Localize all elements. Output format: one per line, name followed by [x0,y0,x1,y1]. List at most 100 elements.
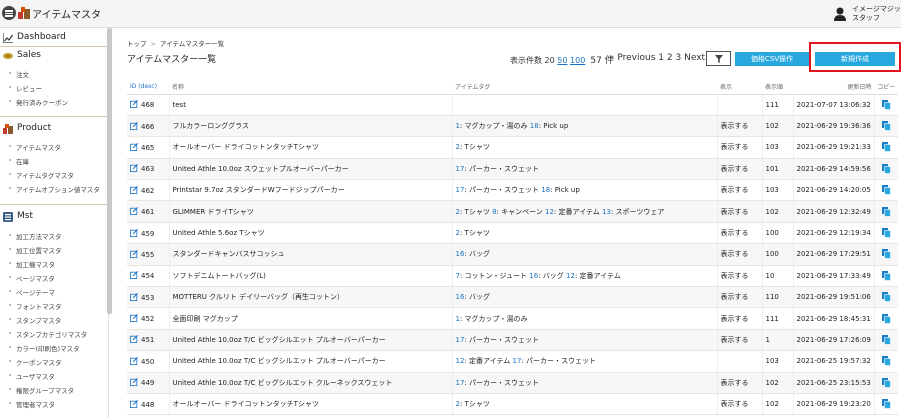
row-id-cell[interactable]: 459 [127,222,170,245]
col-order[interactable]: 表示順 [762,80,793,95]
row-id-cell[interactable]: 452 [127,307,170,330]
copy-icon[interactable] [882,185,891,196]
row-copy[interactable] [874,329,899,352]
sidebar-item-item-option-master[interactable]: アイテムオプション値マスタ [9,184,100,194]
edit-icon[interactable] [130,207,138,216]
row-copy[interactable] [874,200,899,223]
menu-icon[interactable] [2,6,16,20]
user-avatar-icon[interactable] [834,7,846,21]
edit-icon[interactable] [130,292,138,301]
sidebar-item-stamp-master[interactable]: スタンプマスタ [8,315,61,325]
col-tags[interactable]: アイテムタグ [452,80,717,95]
edit-icon[interactable] [130,100,138,109]
page-link-2[interactable]: 2 [667,53,673,63]
row-copy[interactable] [874,286,899,309]
sidebar-item-coupon-master[interactable]: クーポンマスタ [9,357,62,367]
copy-icon[interactable] [882,142,891,153]
copy-icon[interactable] [882,121,891,131]
copy-icon[interactable] [882,163,891,174]
edit-icon[interactable] [130,356,138,365]
row-id-cell[interactable]: 449 [127,372,170,394]
sidebar-item-process-position[interactable]: 加工位置マスタ [9,245,62,255]
row-id-cell[interactable]: 463 [127,158,170,181]
col-updated[interactable]: 更新日時 [793,80,875,95]
price-csv-button[interactable]: 価格CSV操作 [735,52,809,66]
page-link-1[interactable]: 1 [658,53,664,63]
sidebar-item-reviews[interactable]: レビュー [9,83,42,93]
copy-icon[interactable] [882,228,891,238]
page-size-20[interactable]: 20 [545,56,555,65]
sidebar-section-mst[interactable]: Mst [0,210,107,224]
breadcrumb-top[interactable]: トップ [127,40,147,48]
copy-icon[interactable] [882,313,891,324]
row-id-cell[interactable]: 453 [127,286,170,309]
sidebar-item-item-tag-master[interactable]: アイテムタグマスタ [9,170,74,180]
col-name[interactable]: 名称 [169,80,452,95]
sidebar-item-color-master[interactable]: カラー(印刷色)マスタ [9,343,80,353]
row-copy[interactable] [874,307,899,330]
page-size-100[interactable]: 100 [570,56,585,65]
sidebar-item-orders[interactable]: 注文 [9,69,29,79]
page-link-3[interactable]: 3 [676,53,682,63]
edit-icon[interactable] [130,143,138,151]
row-copy[interactable] [874,243,899,266]
prev-page-link[interactable]: « Previous [609,53,655,63]
page-size-50[interactable]: 50 [557,56,567,65]
edit-icon[interactable] [130,399,138,408]
row-copy[interactable] [874,115,899,138]
row-id-cell[interactable]: 466 [127,115,170,138]
copy-icon[interactable] [882,334,891,345]
row-copy[interactable] [874,158,899,181]
edit-icon[interactable] [130,378,138,387]
row-id-cell[interactable]: 451 [127,329,170,352]
copy-icon[interactable] [882,292,891,303]
copy-icon[interactable] [882,249,891,260]
row-copy[interactable] [874,372,899,394]
sidebar-section-dashboard[interactable]: Dashboard [0,31,107,45]
edit-icon[interactable] [130,314,138,323]
sidebar-item-process-method[interactable]: 加工方法マスタ [9,231,62,241]
sidebar-item-process-machine[interactable]: 加工機マスタ [9,259,55,269]
sidebar-item-page-master[interactable]: ページマスタ [9,273,55,283]
row-copy[interactable] [874,94,899,116]
edit-icon[interactable] [130,335,138,344]
user-name[interactable]: イメージマジック スタッフ [852,5,901,23]
sidebar-item-stock[interactable]: 在庫 [9,156,29,166]
row-copy[interactable] [874,393,899,416]
row-copy[interactable] [874,222,899,245]
create-new-button[interactable]: 新規作成 [815,52,895,66]
sidebar-item-font-master[interactable]: フォントマスタ [9,301,62,311]
sidebar-item-page-theme[interactable]: ページテーマ [9,287,55,297]
filter-button[interactable] [706,51,731,66]
sidebar-item-permission-group[interactable]: 権限グループマスタ [8,385,74,395]
copy-icon[interactable] [882,99,891,110]
sidebar-item-user-master[interactable]: ユーザマスタ [9,371,55,381]
edit-icon[interactable] [130,164,138,173]
sidebar-section-product[interactable]: Product [0,122,107,136]
sidebar-item-stamp-category[interactable]: スタンプカテゴリマスタ [8,329,87,339]
row-id-cell[interactable]: 448 [127,393,170,416]
row-id-cell[interactable]: 468 [127,94,170,116]
edit-icon[interactable] [130,185,138,194]
sidebar-item-issued-coupons[interactable]: 発行済みクーポン [9,97,68,107]
sidebar-section-sales[interactable]: Sales [0,49,107,63]
edit-icon[interactable] [130,249,138,258]
copy-icon[interactable] [882,270,891,281]
sidebar-scrollbar[interactable] [107,28,112,314]
row-copy[interactable] [874,265,899,288]
row-copy[interactable] [874,350,899,373]
row-copy[interactable] [874,136,899,159]
col-id[interactable]: ID (desc) [127,80,169,95]
row-id-cell[interactable]: 455 [127,243,170,266]
row-id-cell[interactable]: 462 [127,179,170,202]
row-id-cell[interactable]: 461 [127,200,170,223]
sidebar-item-admin-master[interactable]: 管理者マスタ [9,399,55,409]
row-id-cell[interactable]: 450 [127,350,170,373]
col-display[interactable]: 表示 [717,80,762,95]
copy-icon[interactable] [882,356,891,367]
copy-icon[interactable] [882,399,891,409]
copy-icon[interactable] [882,206,891,217]
row-id-cell[interactable]: 454 [127,265,170,288]
copy-icon[interactable] [882,377,891,388]
sidebar-item-item-master[interactable]: アイテムマスタ [9,142,61,152]
